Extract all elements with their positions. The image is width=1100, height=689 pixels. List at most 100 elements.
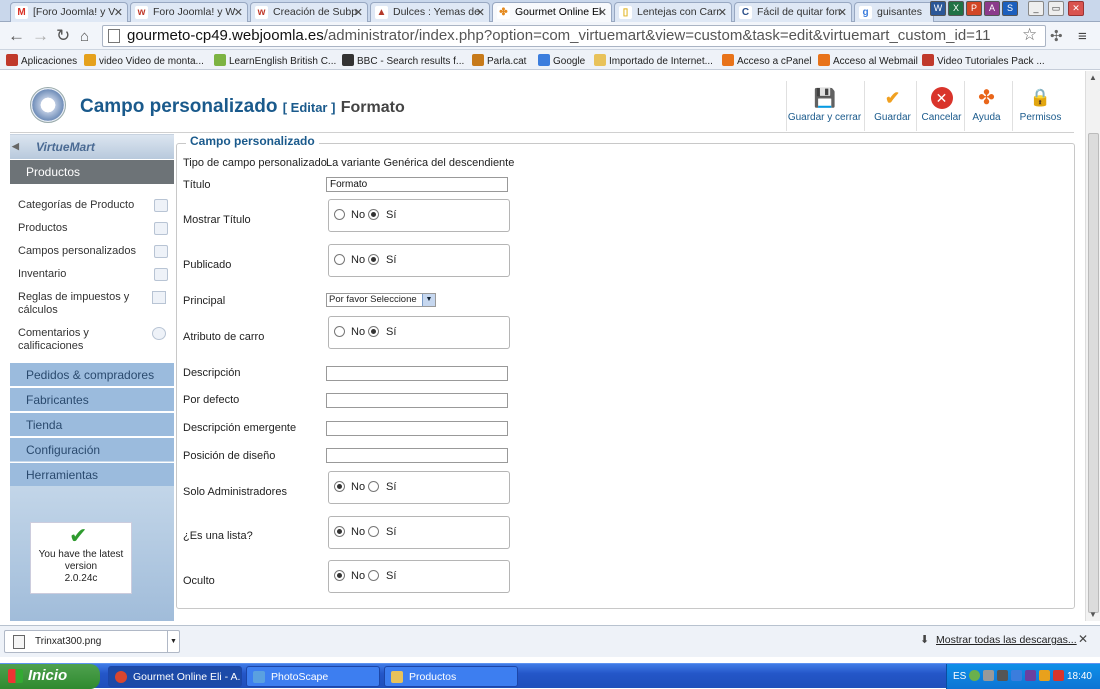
scroll-down-icon[interactable]: ▼ bbox=[1089, 610, 1097, 619]
is-list-yes-radio[interactable] bbox=[368, 526, 379, 537]
tray-icon[interactable] bbox=[1025, 670, 1036, 681]
save-close-button[interactable]: 💾 Guardar y cerrar bbox=[786, 81, 862, 131]
sidebar-section-fabricantes[interactable]: Fabricantes bbox=[10, 387, 174, 411]
bookmark-item[interactable]: Acceso a cPanel bbox=[722, 54, 812, 67]
published-yes-radio[interactable] bbox=[368, 254, 379, 265]
bookmark-item[interactable]: Acceso al Webmail bbox=[818, 54, 918, 67]
browser-tab[interactable]: g guisantes bbox=[854, 2, 934, 22]
browser-tab[interactable]: ▯ Lentejas con Carr ✕ bbox=[614, 2, 732, 22]
download-item[interactable]: Trinxat300.png ▼ bbox=[4, 630, 180, 653]
close-icon[interactable]: ✕ bbox=[838, 6, 847, 19]
bookmark-item[interactable]: LearnEnglish British C... bbox=[214, 54, 336, 67]
hidden-yes-radio[interactable] bbox=[368, 570, 379, 581]
network-icon[interactable] bbox=[983, 670, 994, 681]
cart-attr-yes-radio[interactable] bbox=[368, 326, 379, 337]
sidebar-item-inventario[interactable]: Inventario bbox=[18, 268, 174, 281]
url-input[interactable]: gourmeto-cp49.webjoomla.es/administrator… bbox=[102, 25, 1046, 47]
is-list-no-radio[interactable] bbox=[334, 526, 345, 537]
close-icon[interactable]: ✕ bbox=[718, 6, 727, 19]
close-icon[interactable]: ✕ bbox=[1078, 632, 1088, 646]
collapse-arrow-icon[interactable]: ◀ bbox=[12, 141, 19, 152]
bookmark-item[interactable]: Parla.cat bbox=[472, 54, 526, 67]
default-input[interactable] bbox=[326, 393, 508, 408]
close-icon[interactable]: ✕ bbox=[114, 6, 123, 19]
sidebar-item-productos[interactable]: Productos bbox=[18, 222, 174, 235]
clock[interactable]: 18:40 bbox=[1067, 671, 1092, 682]
menu-icon[interactable]: ≡ bbox=[1078, 28, 1087, 45]
scroll-up-icon[interactable]: ▲ bbox=[1089, 73, 1097, 82]
browser-tab[interactable]: w Foro Joomla! y W ✕ bbox=[130, 2, 248, 22]
cancel-button[interactable]: ✕ Cancelar bbox=[916, 81, 966, 131]
back-arrow-icon[interactable]: ← bbox=[8, 26, 25, 46]
start-button[interactable]: Inicio bbox=[0, 664, 100, 689]
sidebar-section-configuracion[interactable]: Configuración bbox=[10, 437, 174, 461]
title-input[interactable] bbox=[326, 177, 508, 192]
sidebar-item-comentarios[interactable]: Comentarios y calificaciones bbox=[18, 327, 142, 353]
taskbar-item-photoscape[interactable]: PhotoScape bbox=[246, 666, 380, 687]
star-icon[interactable]: ☆ bbox=[1022, 25, 1037, 45]
save-button[interactable]: ✔ Guardar bbox=[864, 81, 920, 131]
app-icon[interactable]: A bbox=[984, 1, 1000, 16]
home-icon[interactable]: ⌂ bbox=[80, 28, 89, 45]
hidden-no-radio[interactable] bbox=[334, 570, 345, 581]
app-icon[interactable]: S bbox=[1002, 1, 1018, 16]
bookmark-item[interactable]: Video Tutoriales Pack ... bbox=[922, 54, 1045, 67]
sidebar-item-campos[interactable]: Campos personalizados bbox=[18, 245, 174, 258]
tray-icon[interactable] bbox=[1053, 670, 1064, 681]
taskbar-item-productos[interactable]: Productos bbox=[384, 666, 518, 687]
bookmark-item[interactable]: video Video de monta... bbox=[84, 54, 204, 67]
browser-tab-active[interactable]: ✤ Gourmet Online El ✕ bbox=[492, 2, 612, 22]
bookmark-item[interactable]: Importado de Internet... bbox=[594, 54, 713, 67]
help-button[interactable]: ✤ Ayuda bbox=[964, 81, 1008, 131]
admin-only-no-radio[interactable] bbox=[334, 481, 345, 492]
bookmark-item[interactable]: Aplicaciones bbox=[6, 54, 77, 67]
minimize-icon[interactable]: _ bbox=[1028, 1, 1044, 16]
excel-icon[interactable]: X bbox=[948, 1, 964, 16]
bookmark-item[interactable]: Google bbox=[538, 54, 585, 67]
show-title-yes-radio[interactable] bbox=[368, 209, 379, 220]
vertical-scrollbar[interactable]: ▲ ▼ bbox=[1085, 71, 1100, 621]
reload-icon[interactable]: ↻ bbox=[56, 26, 70, 46]
sidebar-section-tienda[interactable]: Tienda bbox=[10, 412, 174, 436]
close-icon[interactable]: ✕ bbox=[598, 6, 607, 19]
sidebar-section-pedidos[interactable]: Pedidos & compradores bbox=[10, 362, 174, 386]
close-icon[interactable]: ✕ bbox=[476, 6, 485, 19]
field-label-published: Publicado bbox=[183, 259, 232, 271]
bookmark-item[interactable]: BBC - Search results f... bbox=[342, 54, 464, 67]
permissions-button[interactable]: 🔒 Permisos bbox=[1012, 81, 1068, 131]
scrollbar-thumb[interactable] bbox=[1088, 133, 1099, 613]
tray-icon[interactable] bbox=[969, 670, 980, 681]
extension-icon[interactable]: ✣ bbox=[1050, 27, 1063, 45]
tab-label: Fácil de quitar fon bbox=[757, 6, 841, 18]
language-indicator[interactable]: ES bbox=[953, 671, 966, 682]
powerpoint-icon[interactable]: P bbox=[966, 1, 982, 16]
tray-icon[interactable] bbox=[1011, 670, 1022, 681]
forward-arrow-icon[interactable]: → bbox=[32, 26, 49, 46]
browser-tab[interactable]: M [Foro Joomla! y V ✕ bbox=[10, 2, 128, 22]
browser-tab[interactable]: C Fácil de quitar fon ✕ bbox=[734, 2, 852, 22]
sidebar-item-impuestos[interactable]: Reglas de impuestos y cálculos bbox=[18, 291, 142, 317]
tooltip-input[interactable] bbox=[326, 421, 508, 436]
tray-icon[interactable] bbox=[997, 670, 1008, 681]
taskbar-item-chrome[interactable]: Gourmet Online Eli - A... bbox=[108, 666, 242, 687]
word-icon[interactable]: W bbox=[930, 1, 946, 16]
close-icon[interactable]: ✕ bbox=[354, 6, 363, 19]
restore-icon[interactable]: ▭ bbox=[1048, 1, 1064, 16]
admin-only-yes-radio[interactable] bbox=[368, 481, 379, 492]
close-window-icon[interactable]: ✕ bbox=[1068, 1, 1084, 16]
published-no-radio[interactable] bbox=[334, 254, 345, 265]
sidebar-item-categorias[interactable]: Categorías de Producto bbox=[18, 199, 174, 212]
sidebar-section-productos[interactable]: Productos bbox=[10, 160, 174, 184]
layout-pos-input[interactable] bbox=[326, 448, 508, 463]
show-all-downloads-link[interactable]: Mostrar todas las descargas... bbox=[936, 634, 1077, 646]
parent-select[interactable]: Por favor Seleccione ▼ bbox=[326, 293, 436, 307]
browser-tab[interactable]: w Creación de Subp ✕ bbox=[250, 2, 368, 22]
sidebar-section-herramientas[interactable]: Herramientas bbox=[10, 462, 174, 486]
browser-tab[interactable]: ▲ Dulces : Yemas de ✕ bbox=[370, 2, 490, 22]
show-title-no-radio[interactable] bbox=[334, 209, 345, 220]
close-icon[interactable]: ✕ bbox=[234, 6, 243, 19]
cart-attr-no-radio[interactable] bbox=[334, 326, 345, 337]
description-input[interactable] bbox=[326, 366, 508, 381]
tray-icon[interactable] bbox=[1039, 670, 1050, 681]
chevron-down-icon[interactable]: ▼ bbox=[167, 631, 179, 652]
